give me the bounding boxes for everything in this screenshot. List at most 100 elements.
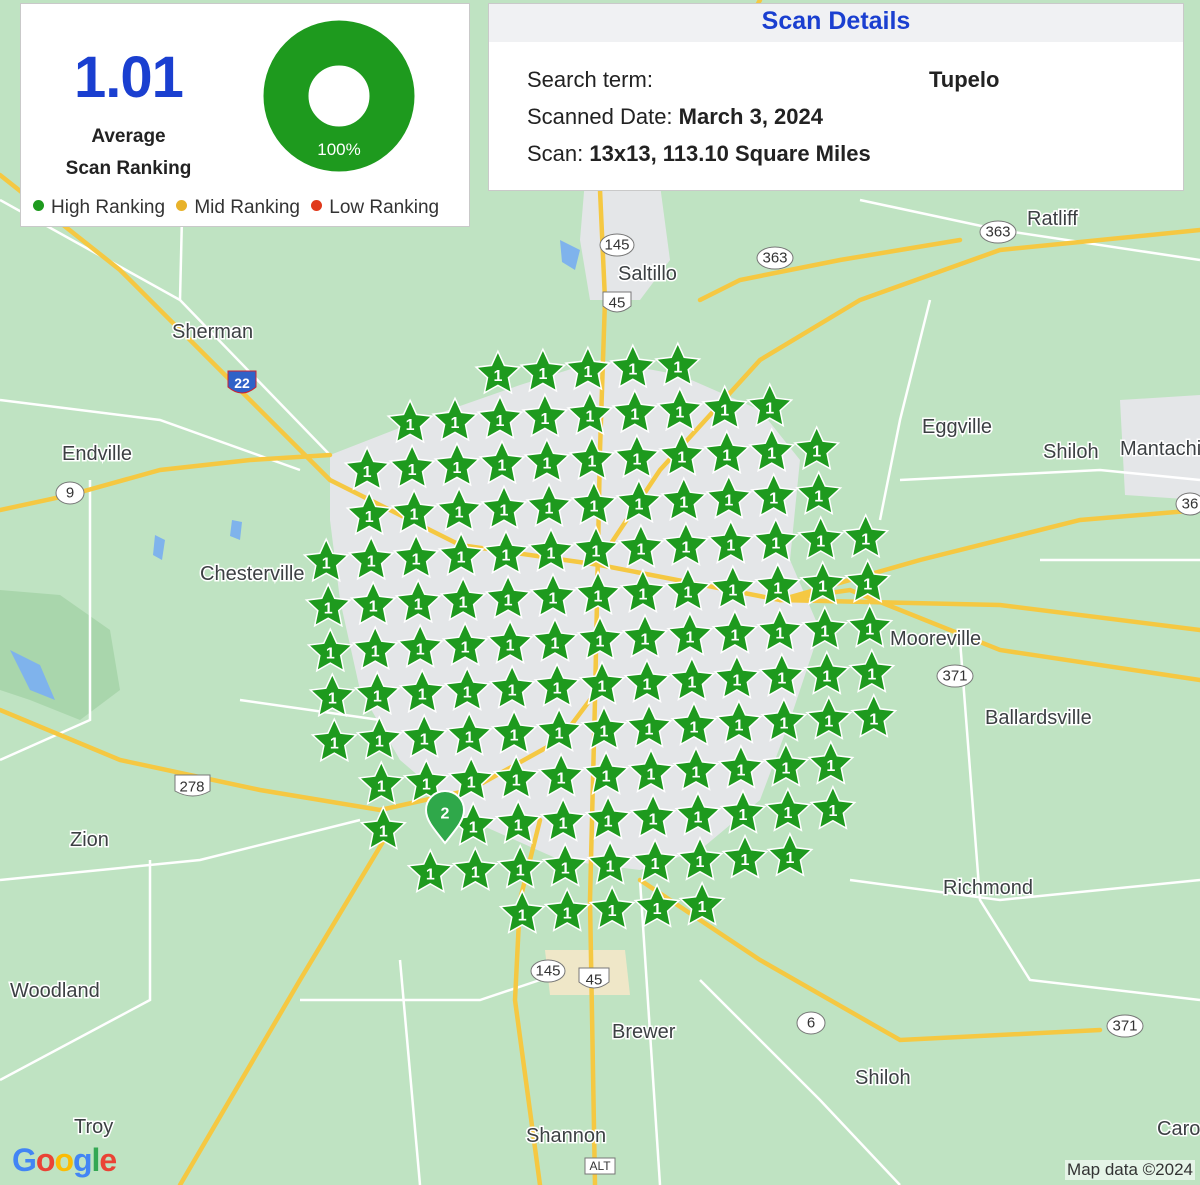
rank-marker-label: 1 [502,548,511,565]
rank-marker-label: 1 [685,630,694,647]
rank-marker-label: 1 [585,409,594,426]
scanned-date-value: March 3, 2024 [678,104,823,129]
rank-marker-label: 1 [555,725,564,742]
rank-marker-label: 1 [696,854,705,871]
rank-marker-label: 1 [781,760,790,777]
rank-marker-label: 1 [583,364,592,381]
svg-text:371: 371 [1112,1018,1137,1035]
rank-marker-label: 1 [426,866,435,883]
rank-marker-label: 1 [604,813,613,830]
rank-marker-label: 1 [687,674,696,691]
rank-marker-label: 1 [375,734,384,751]
rank-marker-label: 1 [783,805,792,822]
rank-marker-label: 1 [739,807,748,824]
rank-marker-label: 1 [504,593,513,610]
rank-marker-label: 1 [330,736,339,753]
rank-marker-label: 1 [594,589,603,606]
place-label: Brewer [612,1021,676,1043]
rank-marker-label: 1 [777,670,786,687]
rank-marker-label: 1 [510,728,519,745]
rank-marker-label: 1 [722,448,731,465]
rank-marker-label: 1 [814,489,823,506]
rank-marker-label: 1 [645,721,654,738]
route-shield: 22 [227,370,257,394]
rank-marker-label: 1 [457,550,466,567]
rank-marker-label: 1 [724,493,733,510]
rank-marker-label: 1 [379,823,388,840]
place-label: Ballardsville [985,707,1092,729]
rank-marker-label: 1 [322,556,331,573]
rank-marker-label: 1 [408,462,417,479]
rank-marker-label: 1 [649,811,658,828]
rank-marker-label: 1 [736,762,745,779]
rank-marker-label: 1 [867,666,876,683]
rank-marker-label: 1 [632,452,641,469]
rank-marker-label: 1 [730,627,739,644]
route-shield: 9 [55,481,85,505]
svg-text:145: 145 [535,963,560,980]
rank-marker-label: 1 [630,407,639,424]
rank-marker-label: 1 [365,509,374,526]
rank-marker-label: 1 [549,591,558,608]
place-label: Caro [1157,1118,1200,1140]
rank-marker-label: 1 [418,687,427,704]
rank-marker-label: 1 [547,546,556,563]
svg-text:145: 145 [604,237,629,254]
route-shield: 145 [599,233,635,257]
svg-text:363: 363 [985,224,1010,241]
svg-text:371: 371 [942,668,967,685]
place-label: Shiloh [855,1067,911,1089]
legend-low: Low Ranking [311,197,439,218]
average-ranking-value: 1.01 [74,45,184,110]
rank-marker-label: 1 [463,685,472,702]
rank-marker-label: 1 [451,415,460,432]
rank-marker-label: 1 [453,460,462,477]
rank-marker-label: 1 [775,625,784,642]
rank-marker-label: 1 [328,691,337,708]
place-label: Endville [62,443,132,465]
svg-text:36: 36 [1182,496,1199,513]
rank-marker-label: 1 [498,458,507,475]
rank-marker-label: 1 [506,638,515,655]
rank-marker-label: 1 [592,544,601,561]
route-shield: 371 [936,664,974,688]
rank-marker-label: 1 [653,901,662,918]
rank-marker-label: 1 [765,401,774,418]
rank-marker-label: 1 [779,715,788,732]
rank-marker-label: 1 [681,540,690,557]
rank-marker-label: 1 [326,646,335,663]
rank-marker-label: 1 [651,856,660,873]
scanned-date-row: Scanned Date: March 3, 2024 [527,104,823,129]
donut-hole [313,70,365,122]
map-data-attribution[interactable]: Map data ©2024 [1065,1160,1195,1180]
place-label: Shiloh [1043,441,1099,463]
rank-marker-label: 1 [690,719,699,736]
legend-mid: Mid Ranking [176,197,300,218]
rank-marker-label: 1 [641,632,650,649]
route-shield: 45 [602,291,632,313]
rank-marker-label: 1 [377,779,386,796]
place-label: Woodland [10,980,100,1002]
rank-marker-label: 1 [647,766,656,783]
route-shield: 363 [979,220,1017,244]
rank-marker-label: 1 [412,552,421,569]
place-label: Zion [70,829,109,851]
rank-marker-label: 1 [675,405,684,422]
rank-marker-label: 1 [559,815,568,832]
route-shield: 36 [1175,492,1200,516]
search-term-value: Tupelo [929,67,1000,92]
rank-marker-label: 1 [600,723,609,740]
svg-text:ALT: ALT [589,1159,611,1173]
place-label: Saltillo [618,263,677,285]
rank-marker-label: 1 [455,505,464,522]
rank-marker-label: 1 [636,542,645,559]
place-label: Richmond [943,877,1033,899]
rank-marker-label: 1 [692,764,701,781]
google-logo[interactable]: Google [12,1142,117,1179]
rank-marker-label: 1 [512,772,521,789]
route-shield: 145 [530,959,566,983]
rank-marker-label: 1 [720,403,729,420]
legend-dot-low [311,200,323,212]
rank-marker-label: 1 [540,411,549,428]
legend-high: High Ranking [33,197,165,218]
